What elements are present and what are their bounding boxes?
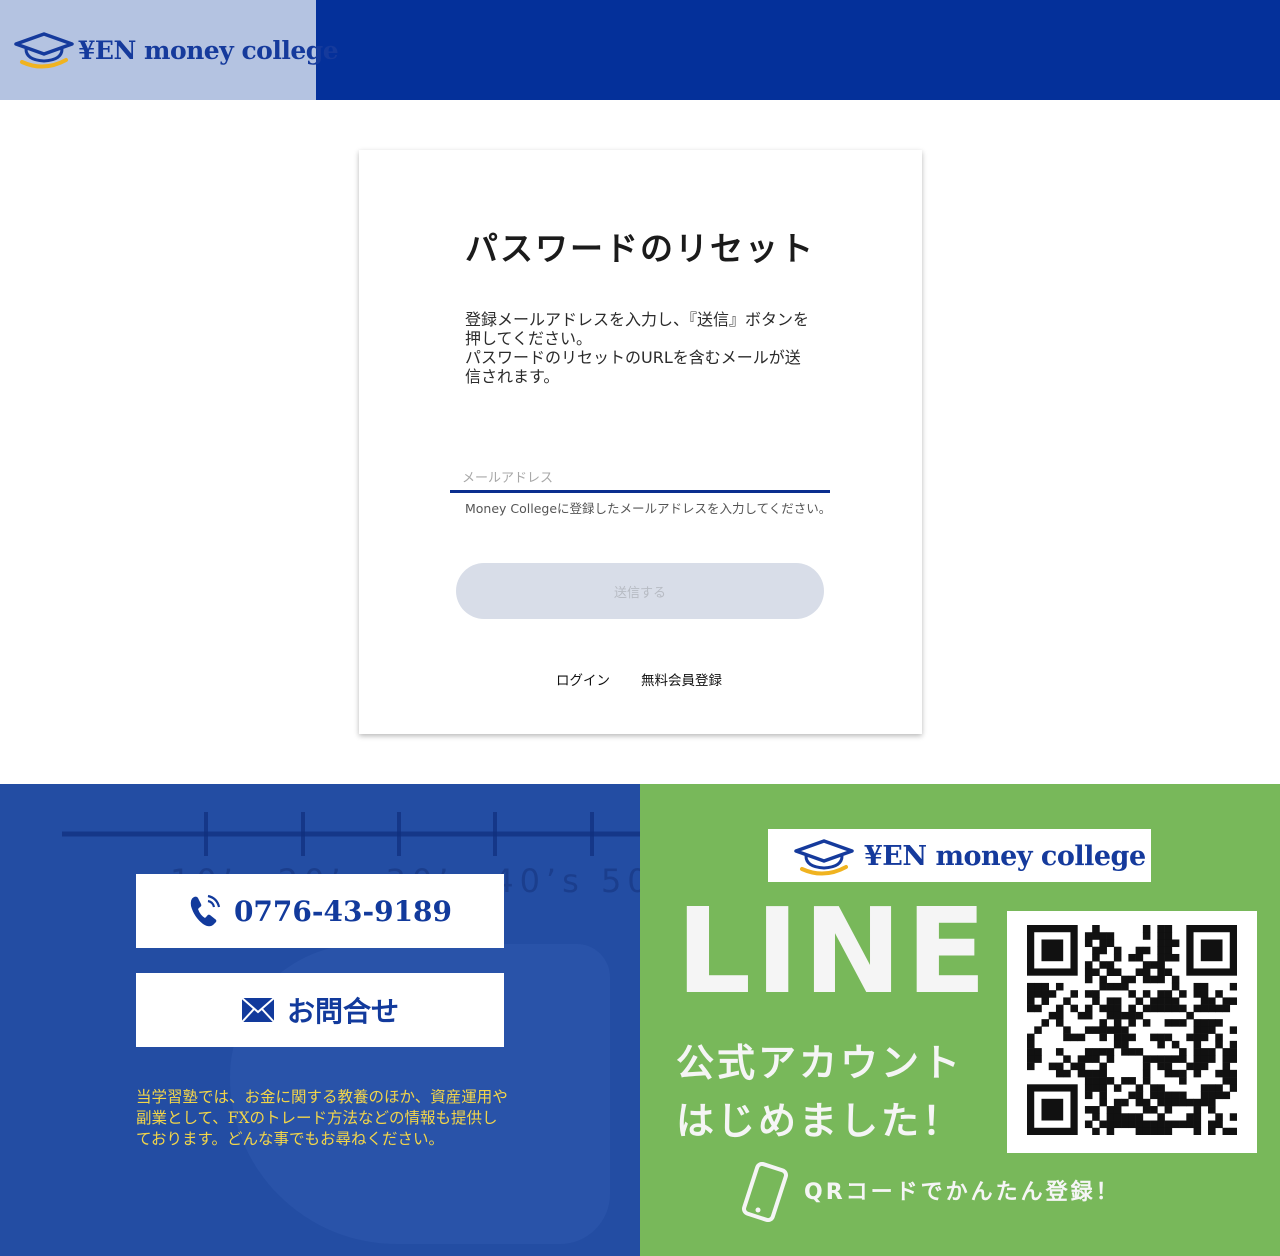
qr-code-box bbox=[1007, 911, 1257, 1153]
line-banner-logo: ¥EN money college bbox=[768, 829, 1151, 882]
login-link[interactable]: ログイン bbox=[556, 669, 610, 689]
email-helper-text: Money Collegeに登録したメールアドレスを入力してください。 bbox=[465, 501, 832, 516]
line-heading: LINE bbox=[676, 882, 991, 1020]
reset-description: 登録メールアドレスを入力し、『送信』ボタンを 押してください。 パスワードのリセ… bbox=[465, 310, 825, 386]
submit-button[interactable]: 送信する bbox=[456, 563, 824, 619]
graduation-cap-icon bbox=[14, 32, 74, 69]
telephone-icon bbox=[190, 894, 221, 927]
phone-number: 0776-43-9189 bbox=[233, 894, 453, 928]
logo-link[interactable]: ¥EN money college bbox=[0, 0, 339, 100]
line-subheading: 公式アカウント はじめました！ bbox=[676, 1034, 963, 1150]
contact-label: お問合せ bbox=[286, 995, 399, 1028]
footer-description: 当学習塾では、お金に関する教養のほか、資産運用や副業として、FXのトレード方法な… bbox=[136, 1088, 508, 1148]
description-line: パスワードのリセットのURLを含むメールが送 bbox=[465, 348, 801, 367]
line-logo-text: ¥EN money college bbox=[864, 841, 1146, 872]
contact-section: 10’s 20’s 30’s 40’s 50’s 0776-43-9189 お問… bbox=[0, 784, 640, 1256]
graduation-cap-icon bbox=[794, 839, 854, 876]
email-input[interactable] bbox=[450, 462, 830, 493]
line-subheading-line: はじめました！ bbox=[676, 1099, 964, 1143]
description-line: 信されます。 bbox=[465, 367, 560, 386]
qr-code bbox=[1027, 925, 1237, 1135]
description-line: 登録メールアドレスを入力し、『送信』ボタンを bbox=[465, 310, 810, 329]
logo-text: ¥EN money college bbox=[78, 36, 339, 65]
qr-caption: QRコードでかんたん登録！ bbox=[804, 1180, 1121, 1205]
phone-button[interactable]: 0776-43-9189 bbox=[136, 874, 504, 948]
description-line: 押してください。 bbox=[465, 329, 593, 348]
line-banner[interactable]: ¥EN money college LINE 公式アカウント はじめました！ Q… bbox=[640, 784, 1280, 1256]
envelope-icon bbox=[241, 997, 275, 1023]
smartphone-icon bbox=[742, 1162, 788, 1222]
site-header: ¥EN money college bbox=[0, 0, 1280, 100]
register-link[interactable]: 無料会員登録 bbox=[641, 669, 722, 689]
line-subheading-line: 公式アカウント bbox=[676, 1041, 964, 1085]
page-title: パスワードのリセット bbox=[465, 229, 815, 268]
contact-button[interactable]: お問合せ bbox=[136, 973, 504, 1047]
